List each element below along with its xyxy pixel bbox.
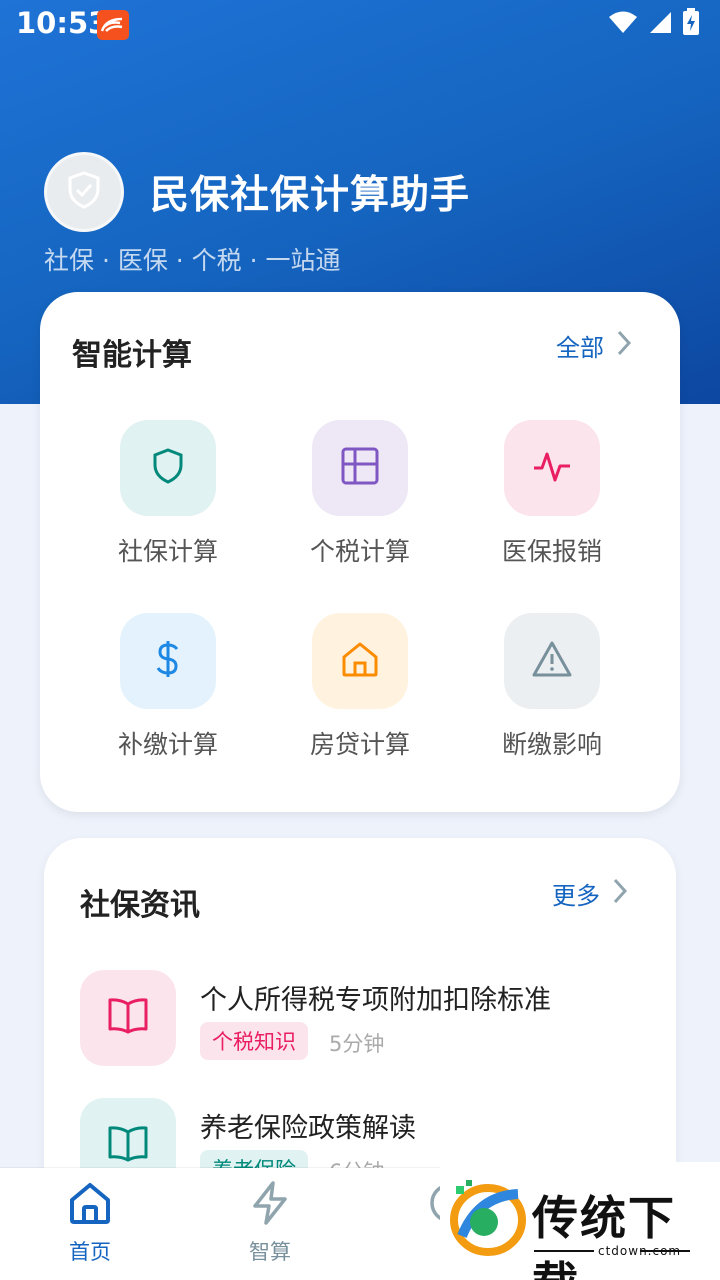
- battery-icon: [682, 8, 700, 40]
- calc-label: 补缴计算: [117, 730, 218, 759]
- home-icon: [67, 1183, 113, 1230]
- calc-item-income-tax[interactable]: 个税计算: [280, 420, 440, 568]
- home-icon: [340, 639, 380, 683]
- calc-tile: [120, 420, 216, 516]
- nav-label: 首页: [69, 1240, 111, 1264]
- calc-item-mortgage[interactable]: 房贷计算: [280, 613, 440, 761]
- calc-item-medical-reimburse[interactable]: 医保报销: [472, 420, 632, 568]
- book-icon: [106, 1124, 150, 1168]
- calc-tile: [504, 613, 600, 709]
- section-title: 智能计算: [72, 338, 192, 373]
- calc-item-back-payment[interactable]: 补缴计算: [88, 613, 248, 761]
- news-tag: 个税知识: [200, 1022, 308, 1060]
- news-title: 养老保险政策解读: [200, 1113, 416, 1144]
- app-header: 民保社保计算助手: [44, 152, 470, 232]
- lightning-icon: [247, 1181, 293, 1230]
- app-title: 民保社保计算助手: [150, 173, 471, 218]
- wifi-icon: [608, 10, 638, 38]
- nav-item-smart-calc[interactable]: 智算: [210, 1180, 330, 1266]
- watermark-divider: [640, 1250, 690, 1252]
- notification-app-icon: [97, 10, 129, 40]
- calc-label: 医保报销: [501, 537, 602, 566]
- calc-label: 个税计算: [309, 537, 410, 566]
- status-bar: 10:53: [0, 0, 720, 48]
- calc-tile: [312, 613, 408, 709]
- watermark-logo-icon: [448, 1176, 528, 1264]
- pulse-icon: [532, 446, 572, 490]
- app-logo: [44, 152, 124, 232]
- news-read-time: 5分钟: [329, 1032, 385, 1056]
- nav-item-home[interactable]: 首页: [30, 1180, 150, 1266]
- calc-item-social-security[interactable]: 社保计算: [88, 420, 248, 568]
- calc-label: 房贷计算: [309, 730, 410, 759]
- more-news-link[interactable]: 更多: [552, 876, 628, 911]
- warning-icon: [531, 639, 573, 683]
- watermark-overlay: 传统下载 ctdown.com: [440, 1162, 720, 1280]
- table-icon: [340, 446, 380, 490]
- more-label: 更多: [552, 882, 600, 910]
- calc-label: 社保计算: [117, 537, 218, 566]
- view-all-label: 全部: [556, 334, 604, 362]
- chevron-right-icon: [616, 329, 632, 363]
- shield-icon: [150, 446, 186, 490]
- news-item[interactable]: 个人所得税专项附加扣除标准 个税知识 5分钟: [80, 970, 640, 1070]
- dollar-icon: [152, 639, 184, 683]
- calc-label: 断缴影响: [501, 730, 602, 759]
- section-title: 社保资讯: [80, 888, 200, 923]
- news-title: 个人所得税专项附加扣除标准: [200, 985, 551, 1016]
- calc-tile: [120, 613, 216, 709]
- status-time: 10:53: [16, 6, 109, 40]
- calc-tile: [504, 420, 600, 516]
- watermark-divider: [534, 1250, 594, 1252]
- calc-item-lapse-impact[interactable]: 断缴影响: [472, 613, 632, 761]
- news-thumbnail: [80, 970, 176, 1066]
- app-subtitle: 社保 · 医保 · 个税 · 一站通: [44, 246, 341, 275]
- view-all-link[interactable]: 全部: [556, 328, 632, 363]
- watermark-text: 传统下载: [532, 1191, 676, 1280]
- nav-label: 智算: [249, 1240, 291, 1264]
- book-icon: [106, 996, 150, 1040]
- shield-check-icon: [66, 170, 102, 214]
- chevron-right-icon: [612, 877, 628, 911]
- calc-tile: [312, 420, 408, 516]
- smart-calc-card: 智能计算 全部 社保计算 个税计算 医保报销 补缴计算 房贷计算 断缴影响: [40, 292, 680, 812]
- signal-icon: [648, 10, 672, 38]
